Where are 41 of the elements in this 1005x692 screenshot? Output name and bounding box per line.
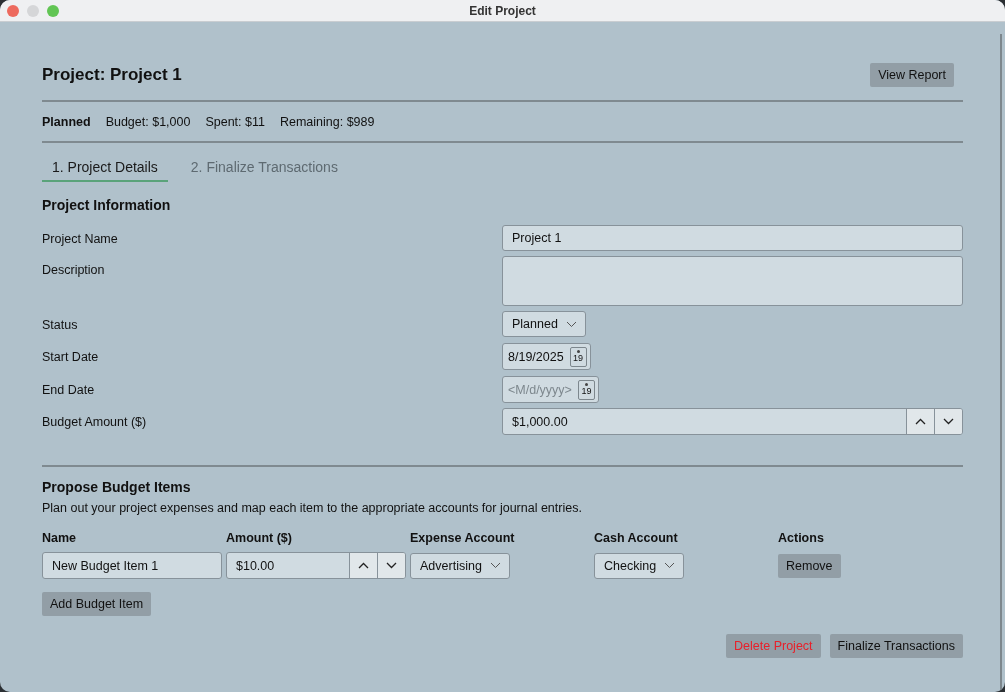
dropdown[interactable]: Planned	[502, 311, 586, 337]
chevron-down-icon	[565, 320, 577, 328]
remove-button[interactable]: Remove	[778, 553, 841, 578]
chevron-down-icon	[664, 562, 676, 569]
calendar-icon[interactable]: 19	[569, 346, 587, 367]
column-header: Actions	[778, 531, 825, 545]
remaining-text: Remaining: $989	[279, 115, 375, 129]
field-label: End Date	[42, 382, 96, 397]
dropdown[interactable]: Advertising	[410, 552, 510, 579]
section-title: Project Information	[42, 197, 172, 213]
scrollbar[interactable]	[1000, 34, 1005, 692]
add-budget-item-button[interactable]: Add Budget Item	[42, 592, 152, 616]
section-title: Propose Budget Items	[42, 479, 192, 495]
dropdown[interactable]: Checking	[594, 552, 685, 579]
text-field[interactable]: New Budget Item 1	[42, 552, 222, 579]
date-field[interactable]: <M/d/yyyy> 19	[502, 376, 599, 403]
column-header: Name	[42, 531, 78, 545]
text-field[interactable]: Project 1	[502, 225, 963, 251]
close-button[interactable]	[7, 5, 19, 17]
calendar-icon[interactable]: 19	[577, 379, 595, 400]
status-text: Planned	[42, 115, 91, 129]
section-description: Plan out your project expenses and map each item to the appropriate accounts for journal entries.	[42, 501, 583, 515]
field-label: Start Date	[42, 349, 100, 364]
budget-text: Budget: $1,000	[105, 115, 191, 129]
page-title: Project: Project 1	[42, 65, 182, 85]
window-title: Edit Project	[469, 3, 536, 18]
spent-text: Spent: $11	[205, 115, 265, 129]
column-header: Amount ($)	[226, 531, 293, 545]
chevron-down-icon	[489, 562, 501, 569]
field-label: Budget Amount ($)	[42, 414, 148, 429]
textarea-field[interactable]	[502, 256, 963, 306]
column-header: Expense Account	[410, 531, 516, 545]
field-label: Project Name	[42, 231, 119, 246]
field-label: Description	[42, 262, 106, 277]
zoom-button[interactable]	[47, 5, 59, 17]
field-label: Status	[42, 317, 79, 332]
finalize-transactions-button[interactable]: Finalize Transactions	[829, 634, 963, 658]
tab[interactable]: 1. Project Details	[42, 156, 168, 182]
column-header: Cash Account	[594, 531, 679, 545]
view-report-button[interactable]: View Report	[870, 63, 954, 87]
date-field[interactable]: 8/19/2025 19	[502, 343, 591, 370]
